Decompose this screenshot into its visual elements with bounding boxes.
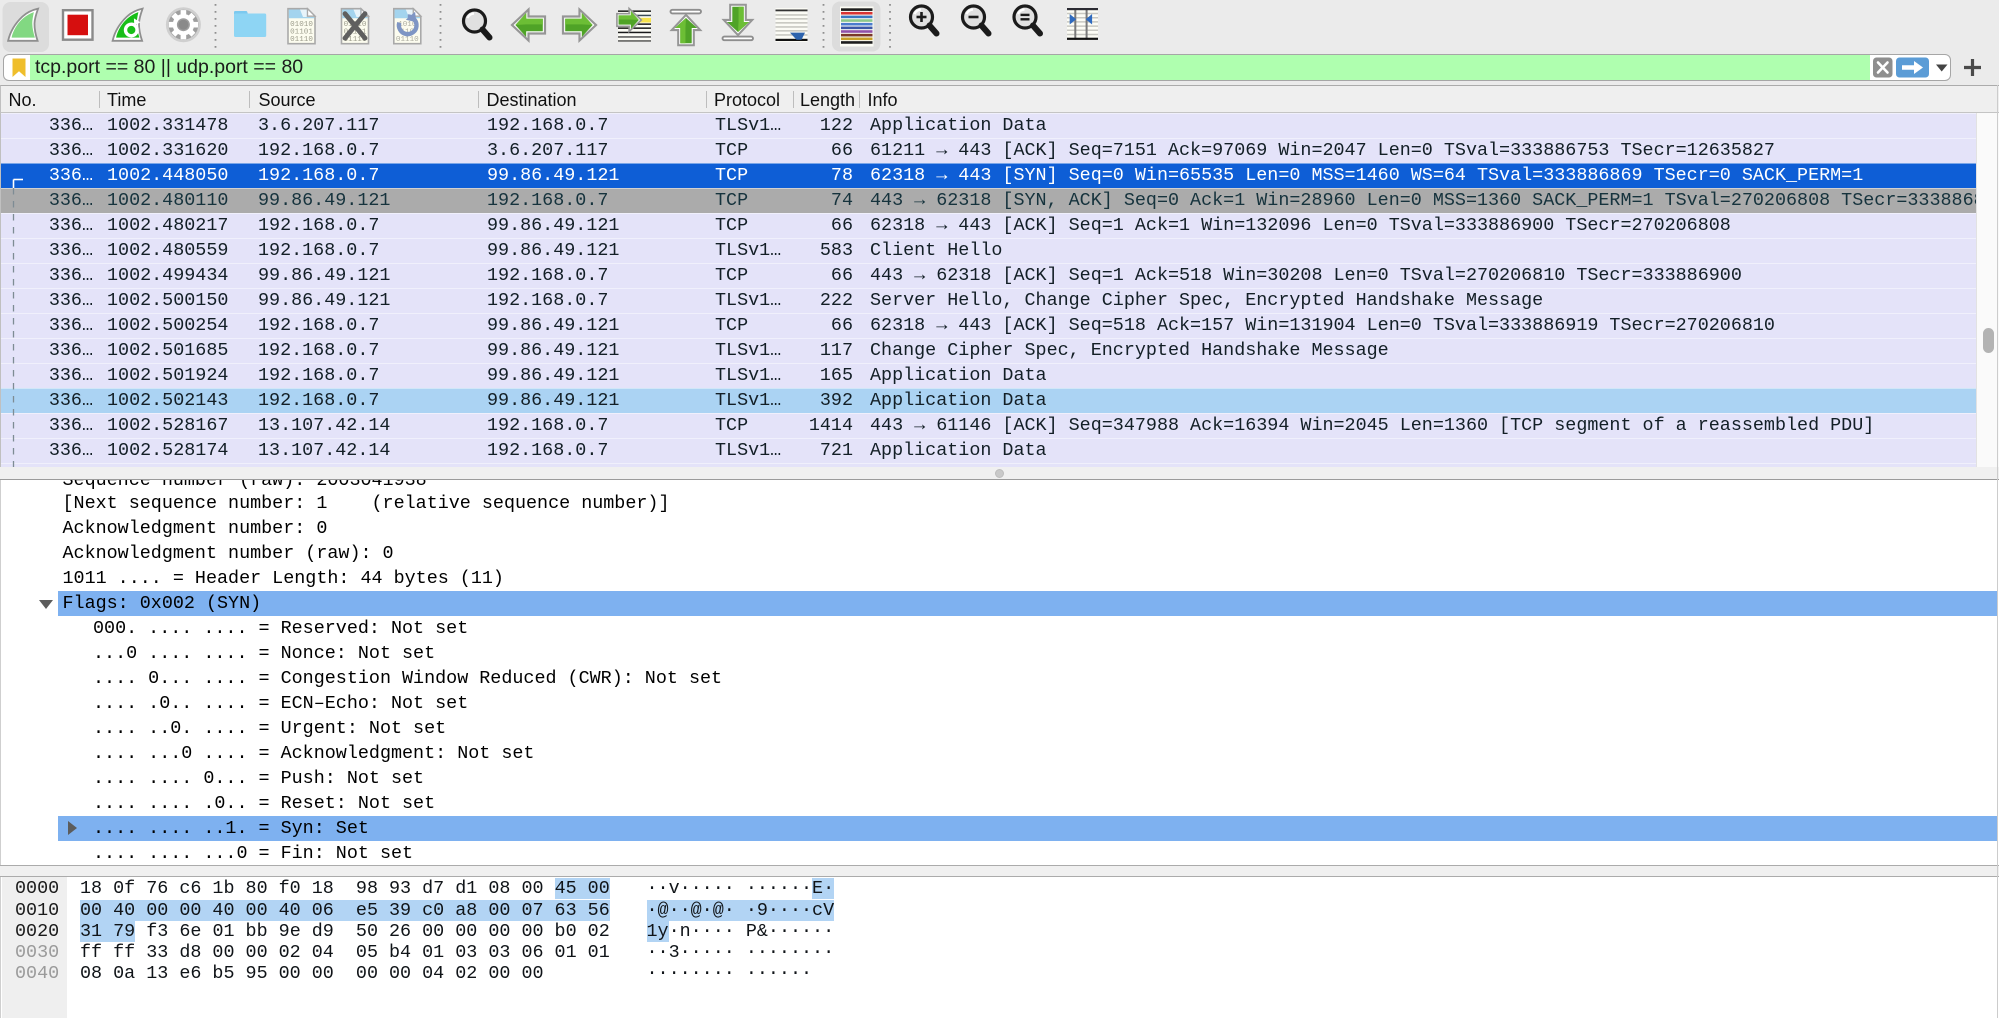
svg-text:01110: 01110: [396, 36, 419, 44]
svg-text:01110: 01110: [290, 36, 313, 44]
